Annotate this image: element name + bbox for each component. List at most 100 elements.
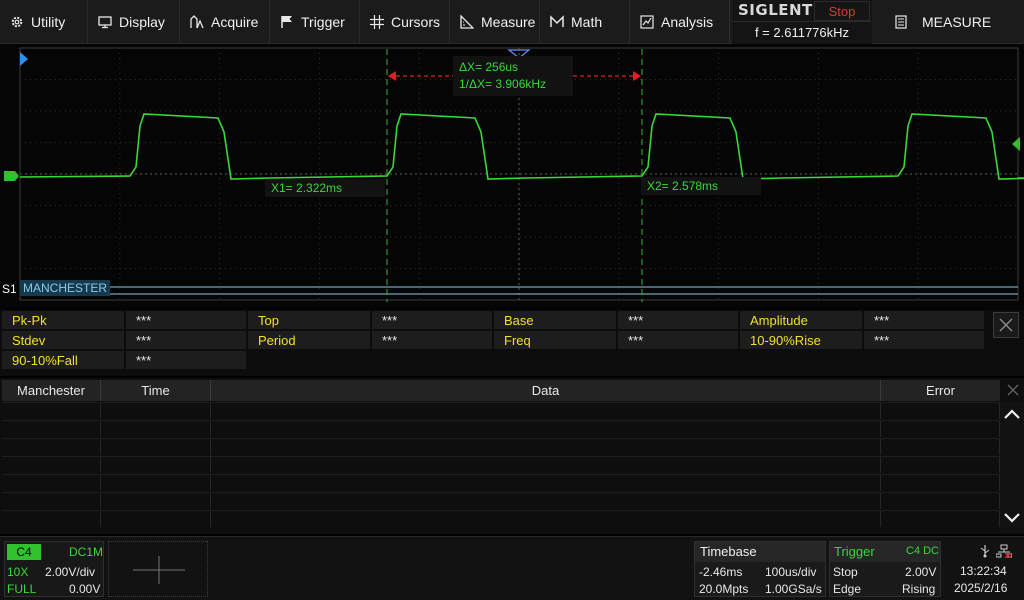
chevron-up-icon xyxy=(1004,409,1020,419)
network-disconnected-icon xyxy=(996,544,1012,558)
status-bar: C4 DC1M 10X 2.00V/div FULL 0.00V Timebas… xyxy=(0,536,1024,600)
table-row[interactable] xyxy=(2,510,1000,527)
measure-value: *** xyxy=(618,331,738,350)
decode-scrollbar[interactable] xyxy=(1000,402,1024,532)
flag-icon xyxy=(280,15,294,29)
table-row[interactable] xyxy=(2,492,1000,509)
decode-col-data: Data xyxy=(211,380,881,401)
run-stop-status[interactable]: Stop xyxy=(814,1,870,21)
add-channel-slot[interactable] xyxy=(108,541,208,597)
table-cell xyxy=(211,475,881,491)
table-cell xyxy=(101,457,211,473)
channel-coupling: DC1M xyxy=(69,545,104,559)
menu-trigger[interactable]: Trigger xyxy=(270,0,360,44)
measure-value: *** xyxy=(126,331,246,350)
measure-close-button[interactable] xyxy=(993,312,1019,338)
timebase-descriptor[interactable]: Timebase -2.46ms 100us/div 20.0Mpts 1.00… xyxy=(694,541,826,597)
table-row[interactable] xyxy=(2,420,1000,437)
menu-analysis-label: Analysis xyxy=(661,14,714,30)
table-cell xyxy=(101,421,211,437)
menu-measure-label: Measure xyxy=(481,14,536,30)
status-box: SIGLENT Stop f = 2.611776kHz xyxy=(732,0,872,44)
menu-side-measure[interactable]: MEASURE xyxy=(876,0,1024,44)
channel-offset-marker-icon[interactable] xyxy=(4,171,19,181)
decode-col-time: Time xyxy=(101,380,211,401)
timebase-title: Timebase xyxy=(695,542,825,562)
menu-display[interactable]: Display xyxy=(88,0,180,44)
menu-acquire-label: Acquire xyxy=(211,14,259,30)
measure-name[interactable]: Amplitude xyxy=(740,311,862,330)
menu-acquire[interactable]: Acquire xyxy=(180,0,270,44)
channel-scale: 2.00V/div xyxy=(45,565,96,579)
scroll-up-button[interactable] xyxy=(1001,404,1023,424)
scroll-down-button[interactable] xyxy=(1001,508,1023,528)
brand-logo: SIGLENT xyxy=(738,1,813,19)
menu-analysis[interactable]: Analysis xyxy=(630,0,730,44)
menu-utility-label: Utility xyxy=(31,14,66,30)
table-cell xyxy=(881,475,1000,491)
decode-table: Manchester Time Data Error xyxy=(0,378,1024,534)
decode-col-manchester: Manchester xyxy=(2,380,101,401)
table-cell xyxy=(2,403,101,419)
measure-value: *** xyxy=(372,311,492,330)
table-cell xyxy=(211,439,881,455)
measure-name[interactable]: Base xyxy=(494,311,616,330)
menu-cursors[interactable]: Cursors xyxy=(360,0,450,44)
table-cell xyxy=(2,511,101,527)
clock-date: 2025/2/16 xyxy=(954,581,1008,595)
trigger-level-marker-icon[interactable] xyxy=(20,52,28,66)
table-row[interactable] xyxy=(2,474,1000,491)
measure-value: *** xyxy=(618,311,738,330)
channel-descriptor[interactable]: C4 DC1M 10X 2.00V/div FULL 0.00V xyxy=(4,541,104,597)
menu-utility[interactable]: Utility xyxy=(0,0,88,44)
measure-name[interactable]: Stdev xyxy=(2,331,124,350)
table-row[interactable] xyxy=(2,438,1000,455)
measure-name[interactable]: Freq xyxy=(494,331,616,350)
close-icon xyxy=(999,318,1013,332)
menu-math-label: Math xyxy=(571,14,603,30)
table-cell xyxy=(101,493,211,509)
gear-icon xyxy=(10,15,24,29)
channel-tag: C4 xyxy=(7,544,41,560)
measure-name[interactable]: Period xyxy=(248,331,370,350)
trigger-slope: Rising xyxy=(902,582,936,596)
table-row[interactable] xyxy=(2,456,1000,473)
clock-time: 13:22:34 xyxy=(960,564,1007,578)
channel-probe: 10X xyxy=(7,565,29,579)
delta-arrow-left-icon xyxy=(388,71,396,81)
measure-value: *** xyxy=(126,311,246,330)
table-cell xyxy=(881,493,1000,509)
measure-name[interactable]: Pk-Pk xyxy=(2,311,124,330)
decode-close-button[interactable] xyxy=(1004,381,1022,399)
measure-name[interactable]: 90-10%Fall xyxy=(2,351,124,370)
menu-math[interactable]: Math xyxy=(540,0,630,44)
acquire-icon xyxy=(190,15,204,29)
cursor-x2-label: X2= 2.578ms xyxy=(641,177,761,195)
table-cell xyxy=(101,511,211,527)
close-icon xyxy=(1007,384,1019,396)
trigger-level-right-marker-icon[interactable] xyxy=(1012,137,1020,151)
decode-col-error: Error xyxy=(926,383,955,398)
table-cell xyxy=(2,439,101,455)
table-cell xyxy=(881,421,1000,437)
menu-measure[interactable]: Measure xyxy=(450,0,540,44)
table-cell xyxy=(211,457,881,473)
decode-protocol-label[interactable]: MANCHESTER xyxy=(20,280,111,296)
table-cell xyxy=(881,403,1000,419)
table-row[interactable] xyxy=(2,402,1000,419)
measure-name[interactable]: 10-90%Rise xyxy=(740,331,862,350)
menu-side-measure-label: MEASURE xyxy=(922,14,992,30)
waveform-display[interactable]: ΔX= 256us 1/ΔX= 3.906kHz X1= 2.322ms X2=… xyxy=(0,44,1024,310)
frequency-counter: f = 2.611776kHz xyxy=(732,21,872,43)
table-cell xyxy=(2,475,101,491)
channel-trace xyxy=(19,113,1024,180)
trigger-type: Edge xyxy=(833,582,862,596)
measure-value: *** xyxy=(372,331,492,350)
document-icon xyxy=(894,15,908,29)
measure-value: *** xyxy=(126,351,246,370)
table-cell xyxy=(2,421,101,437)
measure-name[interactable]: Top xyxy=(248,311,370,330)
cursor-delta-readout: ΔX= 256us 1/ΔX= 3.906kHz xyxy=(453,56,573,96)
trigger-descriptor[interactable]: Trigger C4 DC Stop 2.00V Edge Rising xyxy=(829,541,941,597)
table-cell xyxy=(211,493,881,509)
